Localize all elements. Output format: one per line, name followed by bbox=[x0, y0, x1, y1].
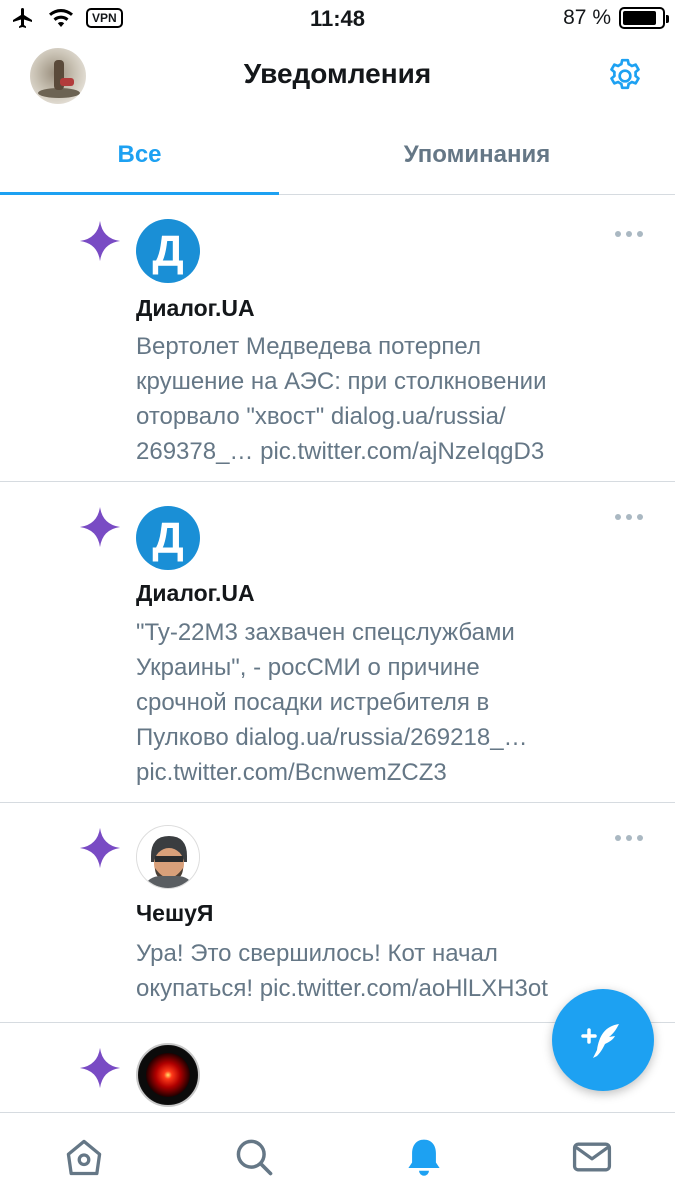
avatar-letter: Д bbox=[152, 514, 184, 563]
notification-text[interactable]: "Ту-22М3 захвачен спецслужбами Украины",… bbox=[136, 615, 636, 790]
battery-level bbox=[623, 11, 657, 25]
notification-item[interactable]: Д Диалог.UA "Ту-22М3 захвачен спецслужба… bbox=[0, 482, 675, 803]
nav-home[interactable] bbox=[62, 1135, 106, 1179]
notifications-feed: Д Диалог.UA Вертолет Медведева потерпел … bbox=[0, 195, 675, 1112]
home-icon bbox=[66, 1139, 102, 1176]
avatar-portrait bbox=[137, 826, 199, 888]
compose-tweet-icon bbox=[581, 1024, 619, 1058]
bell-icon bbox=[408, 1139, 440, 1176]
notification-author[interactable]: Диалог.UA bbox=[136, 580, 255, 607]
settings-button[interactable] bbox=[605, 56, 645, 96]
avatar[interactable]: Д bbox=[136, 506, 200, 570]
status-bar-right: 87 % bbox=[563, 6, 669, 30]
battery-tip bbox=[666, 15, 669, 23]
sparkle-icon bbox=[79, 220, 121, 262]
nav-notifications[interactable] bbox=[402, 1135, 446, 1179]
more-options-icon[interactable] bbox=[615, 833, 643, 843]
avatar[interactable] bbox=[136, 825, 200, 889]
notification-text[interactable]: Ура! Это свершилось! Кот начал окупаться… bbox=[136, 936, 622, 1006]
gear-icon bbox=[610, 58, 640, 90]
notification-author[interactable]: Диалог.UA bbox=[136, 295, 255, 322]
battery-percent: 87 % bbox=[563, 6, 611, 29]
avatar[interactable] bbox=[136, 1043, 200, 1107]
status-bar: VPN 11:48 87 % bbox=[0, 0, 675, 38]
search-icon bbox=[236, 1139, 273, 1176]
tab-all[interactable]: Все bbox=[0, 116, 279, 195]
more-options-icon[interactable] bbox=[615, 512, 643, 522]
tab-mentions[interactable]: Упоминания bbox=[279, 116, 675, 194]
sparkle-icon bbox=[79, 506, 121, 548]
sparkle-icon bbox=[79, 827, 121, 869]
sparkle-icon bbox=[79, 1047, 121, 1089]
nav-messages[interactable] bbox=[570, 1135, 614, 1179]
notification-author[interactable]: ЧешуЯ bbox=[136, 900, 213, 927]
notification-item[interactable]: ЧешуЯ Ура! Это свершилось! Кот начал оку… bbox=[0, 803, 675, 1023]
notification-item[interactable]: Д Диалог.UA Вертолет Медведева потерпел … bbox=[0, 195, 675, 482]
page-title: Уведомления bbox=[243, 58, 432, 89]
compose-tweet-button[interactable] bbox=[552, 989, 654, 1091]
nav-search[interactable] bbox=[232, 1135, 276, 1179]
bottom-navigation bbox=[0, 1112, 675, 1200]
hal-eye-image bbox=[139, 1046, 197, 1104]
header: Уведомления bbox=[0, 38, 675, 116]
more-options-icon[interactable] bbox=[615, 229, 643, 239]
avatar-letter: Д bbox=[152, 227, 184, 276]
notification-text[interactable]: Вертолет Медведева потерпел крушение на … bbox=[136, 329, 636, 469]
battery-icon bbox=[619, 7, 669, 29]
avatar[interactable]: Д bbox=[136, 219, 200, 283]
tab-bar: Все Упоминания bbox=[0, 116, 675, 195]
mail-icon bbox=[572, 1142, 612, 1172]
